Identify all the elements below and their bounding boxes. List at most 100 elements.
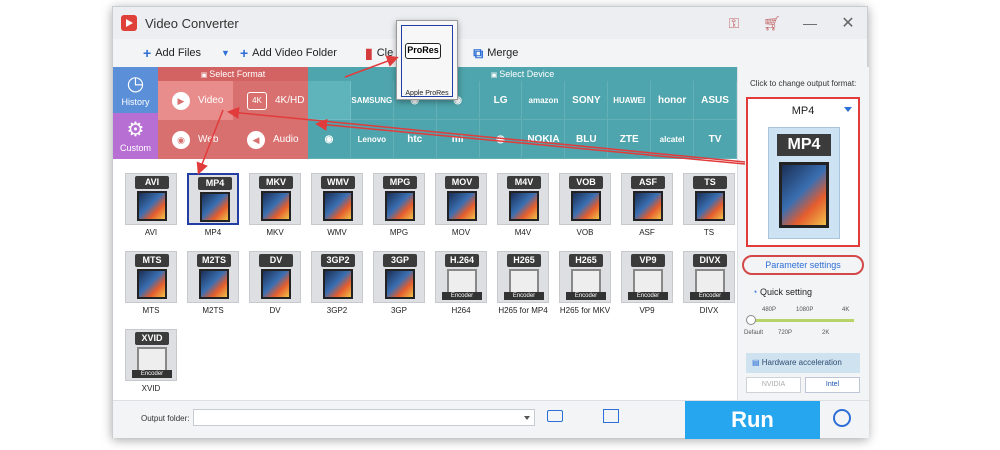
clear-button[interactable]: ▮ Cle bbox=[365, 45, 393, 62]
film-icon bbox=[571, 191, 601, 221]
custom-button[interactable]: ⚙ Custom bbox=[113, 113, 158, 159]
format-label: MOV bbox=[451, 228, 471, 237]
device-nokia[interactable]: NOKIA bbox=[522, 120, 566, 159]
device-htc[interactable]: htc bbox=[393, 120, 437, 159]
format-grid: AVI AVI MP4 MP4 MKV MKV WMV WMV MPG MPG MOV MOV M4V M… bbox=[113, 159, 737, 400]
encoder-label: Encoder bbox=[628, 292, 668, 300]
format-tile[interactable]: 3GP2 3GP2 bbox=[307, 251, 367, 315]
device-logo-icon[interactable]: ◉ bbox=[479, 120, 523, 159]
alarm-clock-icon[interactable] bbox=[833, 409, 851, 427]
add-video-folder-button[interactable]: ▼ + Add Video Folder bbox=[221, 45, 337, 61]
film-icon bbox=[695, 191, 725, 221]
gear-icon: ⚙ bbox=[126, 119, 145, 141]
device-logo-icon[interactable]: ◉ bbox=[308, 120, 351, 159]
device-lg[interactable]: LG bbox=[479, 81, 523, 120]
format-thumbnail: 3GP2 bbox=[311, 251, 363, 303]
format-tile[interactable]: DIVX Encoder DIVX bbox=[679, 251, 739, 315]
device-mi[interactable]: mi bbox=[436, 120, 480, 159]
encoder-label: Encoder bbox=[442, 292, 482, 300]
film-icon bbox=[261, 269, 291, 299]
format-tile[interactable]: XVID Encoder XVID bbox=[121, 329, 181, 393]
plus-icon: + bbox=[143, 45, 152, 61]
format-tile[interactable]: M4V M4V bbox=[493, 173, 553, 237]
film-icon bbox=[633, 191, 663, 221]
device-lenovo[interactable]: Lenovo bbox=[350, 120, 394, 159]
merge-icon: ⧉ bbox=[473, 44, 484, 61]
format-tile[interactable]: VOB VOB bbox=[555, 173, 615, 237]
close-button[interactable]: ✕ bbox=[829, 13, 867, 33]
device-amazon[interactable]: amazon bbox=[522, 81, 566, 120]
format-thumbnail: M4V bbox=[497, 173, 549, 225]
format-tile[interactable]: MPG MPG bbox=[369, 173, 429, 237]
film-icon bbox=[261, 191, 291, 221]
output-format-selector[interactable]: MP4 MP4 bbox=[746, 97, 860, 247]
format-label: MP4 bbox=[204, 228, 222, 237]
format-badge: H265 bbox=[569, 254, 603, 267]
device-alcatel[interactable]: alcatel bbox=[651, 120, 695, 159]
format-tile[interactable]: MP4 MP4 bbox=[183, 173, 243, 237]
device-sony[interactable]: SONY bbox=[565, 81, 609, 120]
format-tile[interactable]: 3GP 3GP bbox=[369, 251, 429, 315]
quality-slider-track[interactable] bbox=[750, 319, 854, 322]
output-panel: Click to change output format: MP4 MP4 P… bbox=[737, 67, 869, 400]
format-tile[interactable]: H265 Encoder H265 for MKV bbox=[555, 251, 615, 315]
category-web[interactable]: ◉ Web bbox=[158, 120, 233, 159]
popup-highlight bbox=[401, 25, 453, 97]
output-format-name: MP4 bbox=[791, 105, 815, 117]
intel-option[interactable]: Intel bbox=[805, 377, 860, 393]
category-4k-hd[interactable]: 4K 4K/HD bbox=[233, 81, 308, 120]
minimize-button[interactable]: — bbox=[791, 15, 829, 31]
device-asus[interactable]: ASUS bbox=[694, 81, 737, 120]
format-tile[interactable]: DV DV bbox=[245, 251, 305, 315]
format-tile[interactable]: M2TS M2TS bbox=[183, 251, 243, 315]
parameter-settings-button[interactable]: Parameter settings bbox=[742, 255, 864, 275]
format-badge: DV bbox=[259, 254, 293, 267]
folder-icon[interactable] bbox=[547, 410, 563, 422]
title-bar-controls: ⚿ 🛒︎ — ✕ bbox=[715, 7, 867, 39]
hardware-acceleration-button[interactable]: Hardware acceleration bbox=[746, 353, 860, 373]
device-tv[interactable]: TV bbox=[694, 120, 737, 159]
format-tile[interactable]: ASF ASF bbox=[617, 173, 677, 237]
format-thumbnail: MOV bbox=[435, 173, 487, 225]
film-icon bbox=[137, 269, 167, 299]
nvidia-option[interactable]: NVIDIA bbox=[746, 377, 801, 393]
format-label: VP9 bbox=[639, 306, 655, 315]
format-tile[interactable]: VP9 Encoder VP9 bbox=[617, 251, 677, 315]
4k-icon: 4K bbox=[247, 91, 267, 110]
run-button[interactable]: Run bbox=[685, 401, 820, 439]
format-thumbnail: MTS bbox=[125, 251, 177, 303]
chevron-down-icon[interactable] bbox=[524, 416, 530, 420]
format-thumbnail: ASF bbox=[621, 173, 673, 225]
add-files-button[interactable]: + Add Files bbox=[143, 45, 201, 61]
format-tile[interactable]: MTS MTS bbox=[121, 251, 181, 315]
device-logo-icon[interactable] bbox=[308, 81, 351, 120]
cart-icon[interactable]: 🛒︎ bbox=[753, 15, 791, 32]
output-folder-field[interactable] bbox=[193, 409, 535, 426]
format-label: TS bbox=[703, 228, 715, 237]
key-icon[interactable]: ⚿ bbox=[715, 15, 753, 32]
quality-slider-handle[interactable] bbox=[746, 315, 756, 325]
merge-button[interactable]: ⧉ Merge bbox=[473, 45, 518, 62]
device-samsung[interactable]: SAMSUNG bbox=[350, 81, 394, 120]
device-zte[interactable]: ZTE bbox=[608, 120, 652, 159]
format-thumbnail: DIVX Encoder bbox=[683, 251, 735, 303]
device-huawei[interactable]: HUAWEI bbox=[608, 81, 652, 120]
film-icon bbox=[199, 269, 229, 299]
device-blu[interactable]: BLU bbox=[565, 120, 609, 159]
format-tile[interactable]: MOV MOV bbox=[431, 173, 491, 237]
format-tile[interactable]: H265 Encoder H265 for MP4 bbox=[493, 251, 553, 315]
category-audio[interactable]: ◀ Audio bbox=[233, 120, 308, 159]
encoder-label: Encoder bbox=[504, 292, 544, 300]
format-badge: MKV bbox=[259, 176, 293, 189]
format-tile[interactable]: TS TS bbox=[679, 173, 739, 237]
format-badge: WMV bbox=[321, 176, 355, 189]
open-video-icon[interactable] bbox=[603, 409, 619, 423]
format-tile[interactable]: H.264 Encoder H264 bbox=[431, 251, 491, 315]
format-tile[interactable]: AVI AVI bbox=[121, 173, 181, 237]
format-tile[interactable]: MKV MKV bbox=[245, 173, 305, 237]
device-honor[interactable]: honor bbox=[651, 81, 695, 120]
format-thumbnail: M2TS bbox=[187, 251, 239, 303]
category-video[interactable]: ▶ Video bbox=[158, 81, 233, 120]
format-tile[interactable]: WMV WMV bbox=[307, 173, 367, 237]
apple-prores-popup[interactable]: ProRes Apple ProRes bbox=[396, 20, 458, 100]
